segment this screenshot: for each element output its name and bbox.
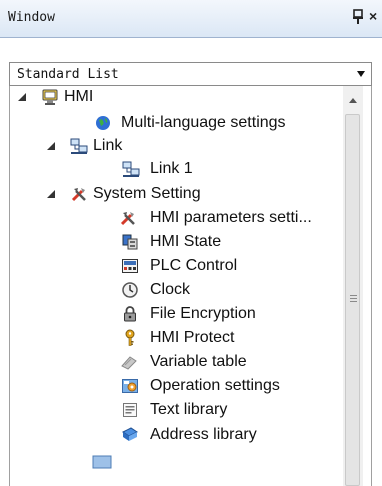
tree-item-variable-table[interactable]: Variable table xyxy=(10,351,340,373)
tree-item-label: Clock xyxy=(150,281,191,298)
tree-item-multi-language[interactable]: Multi-language settings xyxy=(10,112,340,134)
tree-item-clock[interactable]: Clock xyxy=(10,279,340,301)
list-type-value: Standard List xyxy=(17,67,119,82)
expand-arrow-icon[interactable] xyxy=(18,93,26,101)
tree-item-operation-settings[interactable]: Operation settings xyxy=(10,375,340,397)
tree-item-label: HMI parameters setti... xyxy=(150,209,312,226)
window-titlebar: Window × xyxy=(0,0,382,38)
window-panel: Standard List HMI Multi-language setting… xyxy=(0,38,382,486)
tree-item-link-1[interactable]: Link 1 xyxy=(10,158,340,180)
variable-icon xyxy=(120,353,138,371)
grip-line xyxy=(350,298,357,299)
folder-icon xyxy=(92,452,112,470)
tools-icon xyxy=(119,209,137,227)
vertical-scrollbar[interactable] xyxy=(343,86,363,486)
pin-icon[interactable] xyxy=(351,9,365,25)
tree-item-label: HMI xyxy=(64,88,94,105)
tree-item-hmi-state[interactable]: HMI State xyxy=(10,231,340,253)
clock-icon xyxy=(121,281,139,299)
network-icon xyxy=(122,160,140,178)
tree-item-label: PLC Control xyxy=(150,257,238,274)
list-type-select[interactable]: Standard List xyxy=(9,62,372,86)
tree-item-label: Operation settings xyxy=(150,377,280,394)
tree-item-file-encryption[interactable]: File Encryption xyxy=(10,303,340,325)
scroll-up-icon[interactable] xyxy=(349,98,357,103)
tree-item-label: Link 1 xyxy=(150,160,193,177)
globe-icon xyxy=(94,114,112,132)
project-tree: HMI Multi-language settings Link Link 1 … xyxy=(9,86,372,486)
hmi-icon xyxy=(41,88,59,106)
network-icon xyxy=(70,137,88,155)
tree-item-system-setting[interactable]: System Setting xyxy=(10,183,340,205)
window-title: Window xyxy=(8,10,55,25)
scrollbar-thumb[interactable] xyxy=(345,114,360,486)
close-icon[interactable]: × xyxy=(369,7,382,25)
operation-icon xyxy=(121,377,139,395)
grip-line xyxy=(350,301,357,302)
tree-item-label: Address library xyxy=(150,426,257,443)
tools-icon xyxy=(70,185,88,203)
expand-arrow-icon[interactable] xyxy=(47,142,55,150)
plc-icon xyxy=(121,257,139,275)
tree-item-label: Multi-language settings xyxy=(121,114,286,131)
tree-item-label: Text library xyxy=(150,401,228,418)
chevron-down-icon[interactable] xyxy=(357,71,365,77)
lock-icon xyxy=(121,305,139,323)
text-icon xyxy=(121,401,139,419)
tree-item-address-library[interactable]: Address library xyxy=(10,424,340,446)
grip-line xyxy=(350,295,357,296)
tree-item-partial[interactable] xyxy=(10,450,340,472)
state-icon xyxy=(121,233,139,251)
address-icon xyxy=(121,426,139,444)
expand-arrow-icon[interactable] xyxy=(47,190,55,198)
tree-item-plc-control[interactable]: PLC Control xyxy=(10,255,340,277)
tree-item-label: HMI State xyxy=(150,233,222,250)
tree-item-hmi-parameters[interactable]: HMI parameters setti... xyxy=(10,207,340,229)
tree-item-text-library[interactable]: Text library xyxy=(10,399,340,421)
tree-item-label: Variable table xyxy=(150,353,247,370)
tree-item-link[interactable]: Link xyxy=(10,135,340,157)
tree-item-label: File Encryption xyxy=(150,305,256,322)
tree-item-label: HMI Protect xyxy=(150,329,235,346)
tree-item-hmi-protect[interactable]: HMI Protect xyxy=(10,327,340,349)
key-icon xyxy=(121,329,139,347)
tree-item-hmi[interactable]: HMI xyxy=(10,86,340,108)
tree-item-label: Link xyxy=(93,137,123,154)
tree-item-label: System Setting xyxy=(93,185,201,202)
